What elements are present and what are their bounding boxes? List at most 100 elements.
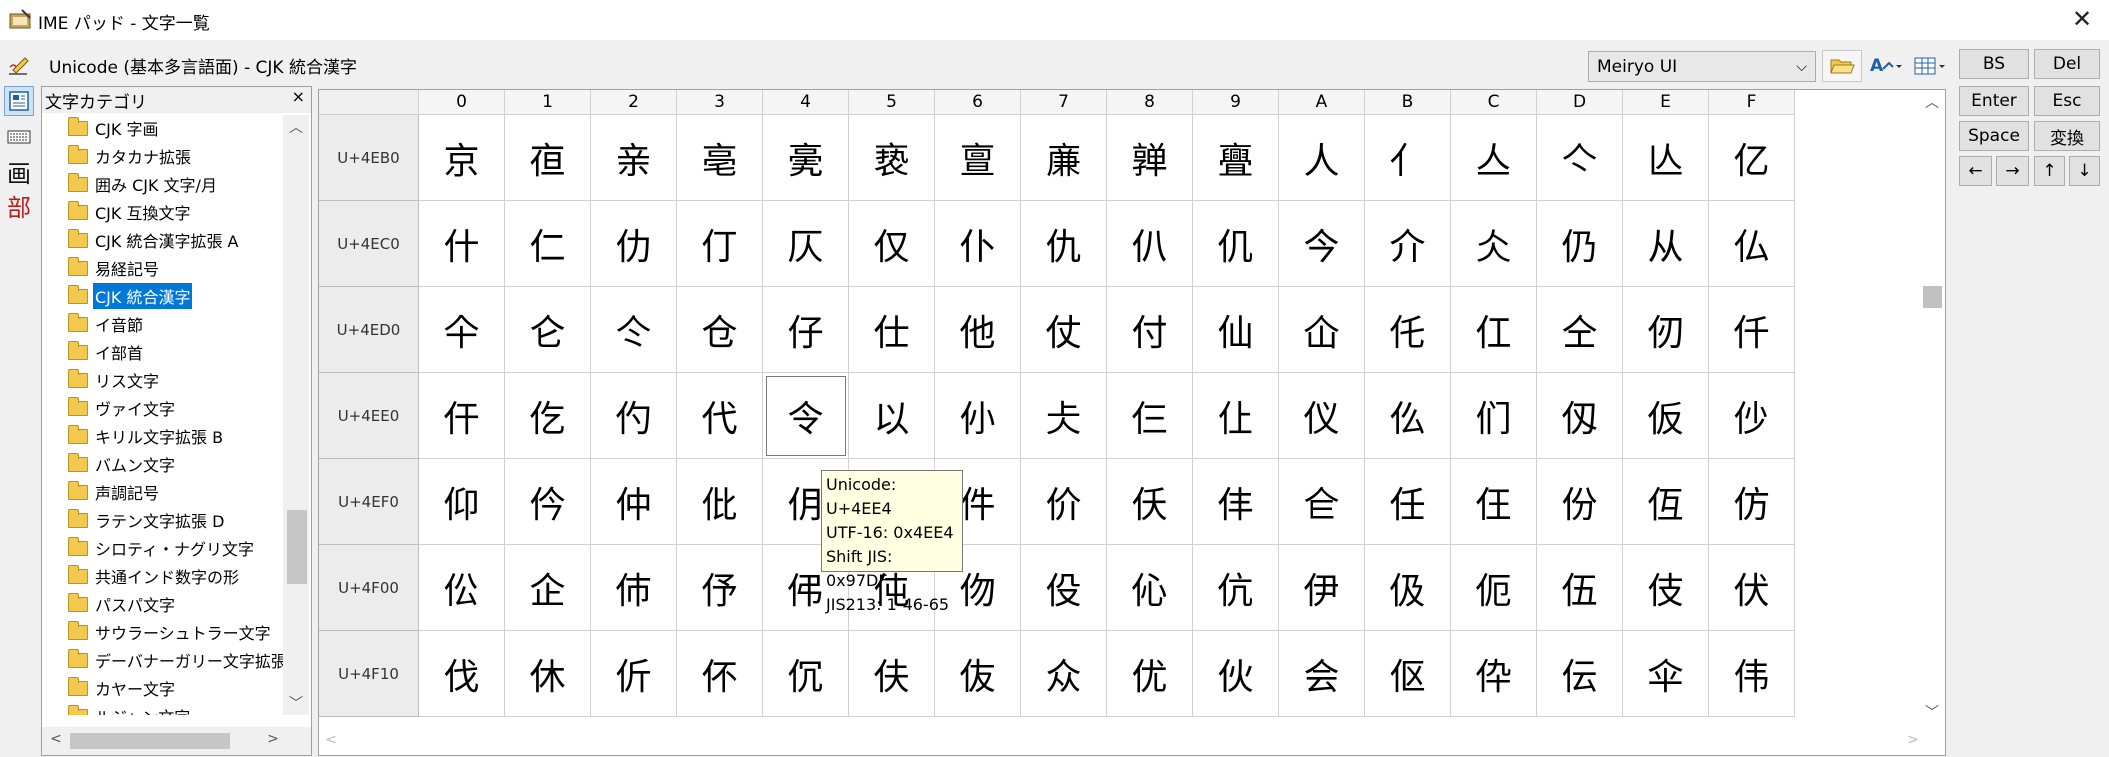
char-cell[interactable]: 仝 <box>1537 287 1623 373</box>
char-cell[interactable]: 仪 <box>1279 373 1365 459</box>
category-item[interactable]: CJK 統合漢字 <box>68 283 193 309</box>
soft-keyboard-tool[interactable] <box>4 122 34 152</box>
char-cell[interactable]: 伌 <box>1451 545 1537 631</box>
char-cell[interactable]: 仭 <box>1537 373 1623 459</box>
category-item[interactable]: CJK 統合漢字拡張 A <box>68 227 241 253</box>
char-cell[interactable]: 仕 <box>849 287 935 373</box>
char-cell[interactable]: 仄 <box>763 201 849 287</box>
char-cell[interactable]: 仟 <box>1709 287 1795 373</box>
char-cell[interactable]: 仱 <box>505 459 591 545</box>
category-horizontal-scrollbar[interactable]: < > <box>42 727 311 755</box>
char-cell[interactable]: 伏 <box>1709 545 1795 631</box>
char-cell[interactable]: 仅 <box>849 201 935 287</box>
escape-key[interactable]: Esc <box>2034 86 2100 116</box>
char-cell[interactable]: 伀 <box>419 545 505 631</box>
char-cell[interactable]: 仫 <box>1365 373 1451 459</box>
close-category-panel-button[interactable]: × <box>292 87 305 106</box>
char-cell[interactable]: 亳 <box>677 115 763 201</box>
category-item[interactable]: サウラーシュトラー文字 <box>68 619 273 645</box>
category-item[interactable]: キリル文字拡張 B <box>68 423 225 449</box>
scroll-up-icon[interactable]: ︿ <box>286 117 306 137</box>
grid-horizontal-scrollbar[interactable]: < > <box>319 728 1919 755</box>
category-item[interactable]: CJK 互換文字 <box>68 199 192 225</box>
char-cell[interactable]: 亲 <box>591 115 677 201</box>
scroll-down-icon[interactable]: ﹀ <box>286 693 306 713</box>
category-vertical-scrollbar[interactable]: ︿ ﹀ <box>283 115 309 715</box>
char-cell[interactable]: 仃 <box>677 201 763 287</box>
char-cell[interactable]: 仿 <box>1709 459 1795 545</box>
grid-scroll-down-icon[interactable]: ﹀ <box>1922 702 1942 722</box>
char-cell[interactable]: 价 <box>1021 459 1107 545</box>
up-arrow-key[interactable]: ↑ <box>2034 156 2065 186</box>
char-cell[interactable]: 休 <box>505 631 591 717</box>
category-item[interactable]: シロティ・ナグリ文字 <box>68 535 256 561</box>
char-cell[interactable]: 仨 <box>1107 373 1193 459</box>
char-cell[interactable]: 伍 <box>1537 545 1623 631</box>
char-cell[interactable]: 仙 <box>1193 287 1279 373</box>
char-cell[interactable]: 从 <box>1623 201 1709 287</box>
grid-vertical-scrollbar[interactable]: ︿ ﹀ <box>1920 90 1945 730</box>
close-window-button[interactable]: ✕ <box>2065 4 2099 36</box>
view-mode-button[interactable] <box>1910 50 1950 82</box>
char-cell[interactable]: 亽 <box>1537 115 1623 201</box>
char-list-tool[interactable] <box>4 86 34 116</box>
category-scroll-thumb[interactable] <box>287 510 307 584</box>
char-cell[interactable]: 仈 <box>1107 201 1193 287</box>
delete-key[interactable]: Del <box>2034 49 2100 79</box>
char-cell[interactable]: 伂 <box>591 545 677 631</box>
char-cell[interactable]: 仞 <box>1623 287 1709 373</box>
char-cell[interactable]: 仲 <box>591 459 677 545</box>
char-cell[interactable]: 仇 <box>1021 201 1107 287</box>
char-cell[interactable]: 伟 <box>1709 631 1795 717</box>
char-cell[interactable]: 仍 <box>1537 201 1623 287</box>
char-cell[interactable]: 仌 <box>1451 201 1537 287</box>
char-cell[interactable]: 亶 <box>935 115 1021 201</box>
char-cell[interactable]: 仚 <box>1279 287 1365 373</box>
char-cell[interactable]: 仠 <box>419 373 505 459</box>
char-cell[interactable]: 亿 <box>1709 115 1795 201</box>
char-cell[interactable]: 仐 <box>419 287 505 373</box>
grid-scroll-right-icon[interactable]: > <box>1903 732 1923 748</box>
scroll-right-icon[interactable]: > <box>263 731 283 747</box>
category-item[interactable]: ラテン文字拡張 D <box>68 507 226 533</box>
char-cell[interactable]: 亸 <box>1107 115 1193 201</box>
category-item[interactable]: カヤー文字 <box>68 675 177 701</box>
char-cell[interactable]: 伔 <box>763 631 849 717</box>
char-cell[interactable]: 伎 <box>1623 545 1709 631</box>
open-folder-button[interactable] <box>1822 50 1862 82</box>
char-cell[interactable]: 亻 <box>1365 115 1451 201</box>
char-cell[interactable]: 仡 <box>505 373 591 459</box>
char-cell[interactable]: 仂 <box>591 201 677 287</box>
char-cell[interactable]: 仧 <box>1021 373 1107 459</box>
char-cell[interactable]: 仺 <box>1279 459 1365 545</box>
category-item[interactable]: バムン文字 <box>68 451 177 477</box>
enter-key[interactable]: Enter <box>1959 86 2029 116</box>
char-cell[interactable]: 亵 <box>849 115 935 201</box>
char-cell[interactable]: 伞 <box>1623 631 1709 717</box>
char-cell[interactable]: 亴 <box>763 115 849 201</box>
char-cell[interactable]: 伒 <box>591 631 677 717</box>
category-item[interactable]: カタカナ拡張 <box>68 143 193 169</box>
char-cell[interactable]: 优 <box>1107 631 1193 717</box>
font-size-button[interactable]: A <box>1866 50 1906 82</box>
char-cell[interactable]: 仒 <box>591 287 677 373</box>
char-cell[interactable]: 仩 <box>1193 373 1279 459</box>
char-cell[interactable]: 伙 <box>1193 631 1279 717</box>
char-cell[interactable]: 今 <box>1279 201 1365 287</box>
char-cell[interactable]: 仛 <box>1365 287 1451 373</box>
char-cell[interactable]: 以 <box>849 373 935 459</box>
char-cell[interactable]: 伉 <box>1193 545 1279 631</box>
char-cell[interactable]: 亼 <box>1451 115 1537 201</box>
space-key[interactable]: Space <box>1959 121 2029 151</box>
grid-scroll-thumb[interactable] <box>1923 286 1942 308</box>
char-cell[interactable]: 仯 <box>1709 373 1795 459</box>
char-cell[interactable]: 任 <box>1365 459 1451 545</box>
char-cell[interactable]: 京 <box>419 115 505 201</box>
char-cell[interactable]: 仼 <box>1451 459 1537 545</box>
char-cell[interactable]: 什 <box>419 201 505 287</box>
char-cell[interactable]: 会 <box>1279 631 1365 717</box>
char-cell[interactable]: 企 <box>505 545 591 631</box>
char-cell[interactable]: 仢 <box>591 373 677 459</box>
char-cell[interactable]: 仁 <box>505 201 591 287</box>
char-cell[interactable]: 亱 <box>505 115 591 201</box>
